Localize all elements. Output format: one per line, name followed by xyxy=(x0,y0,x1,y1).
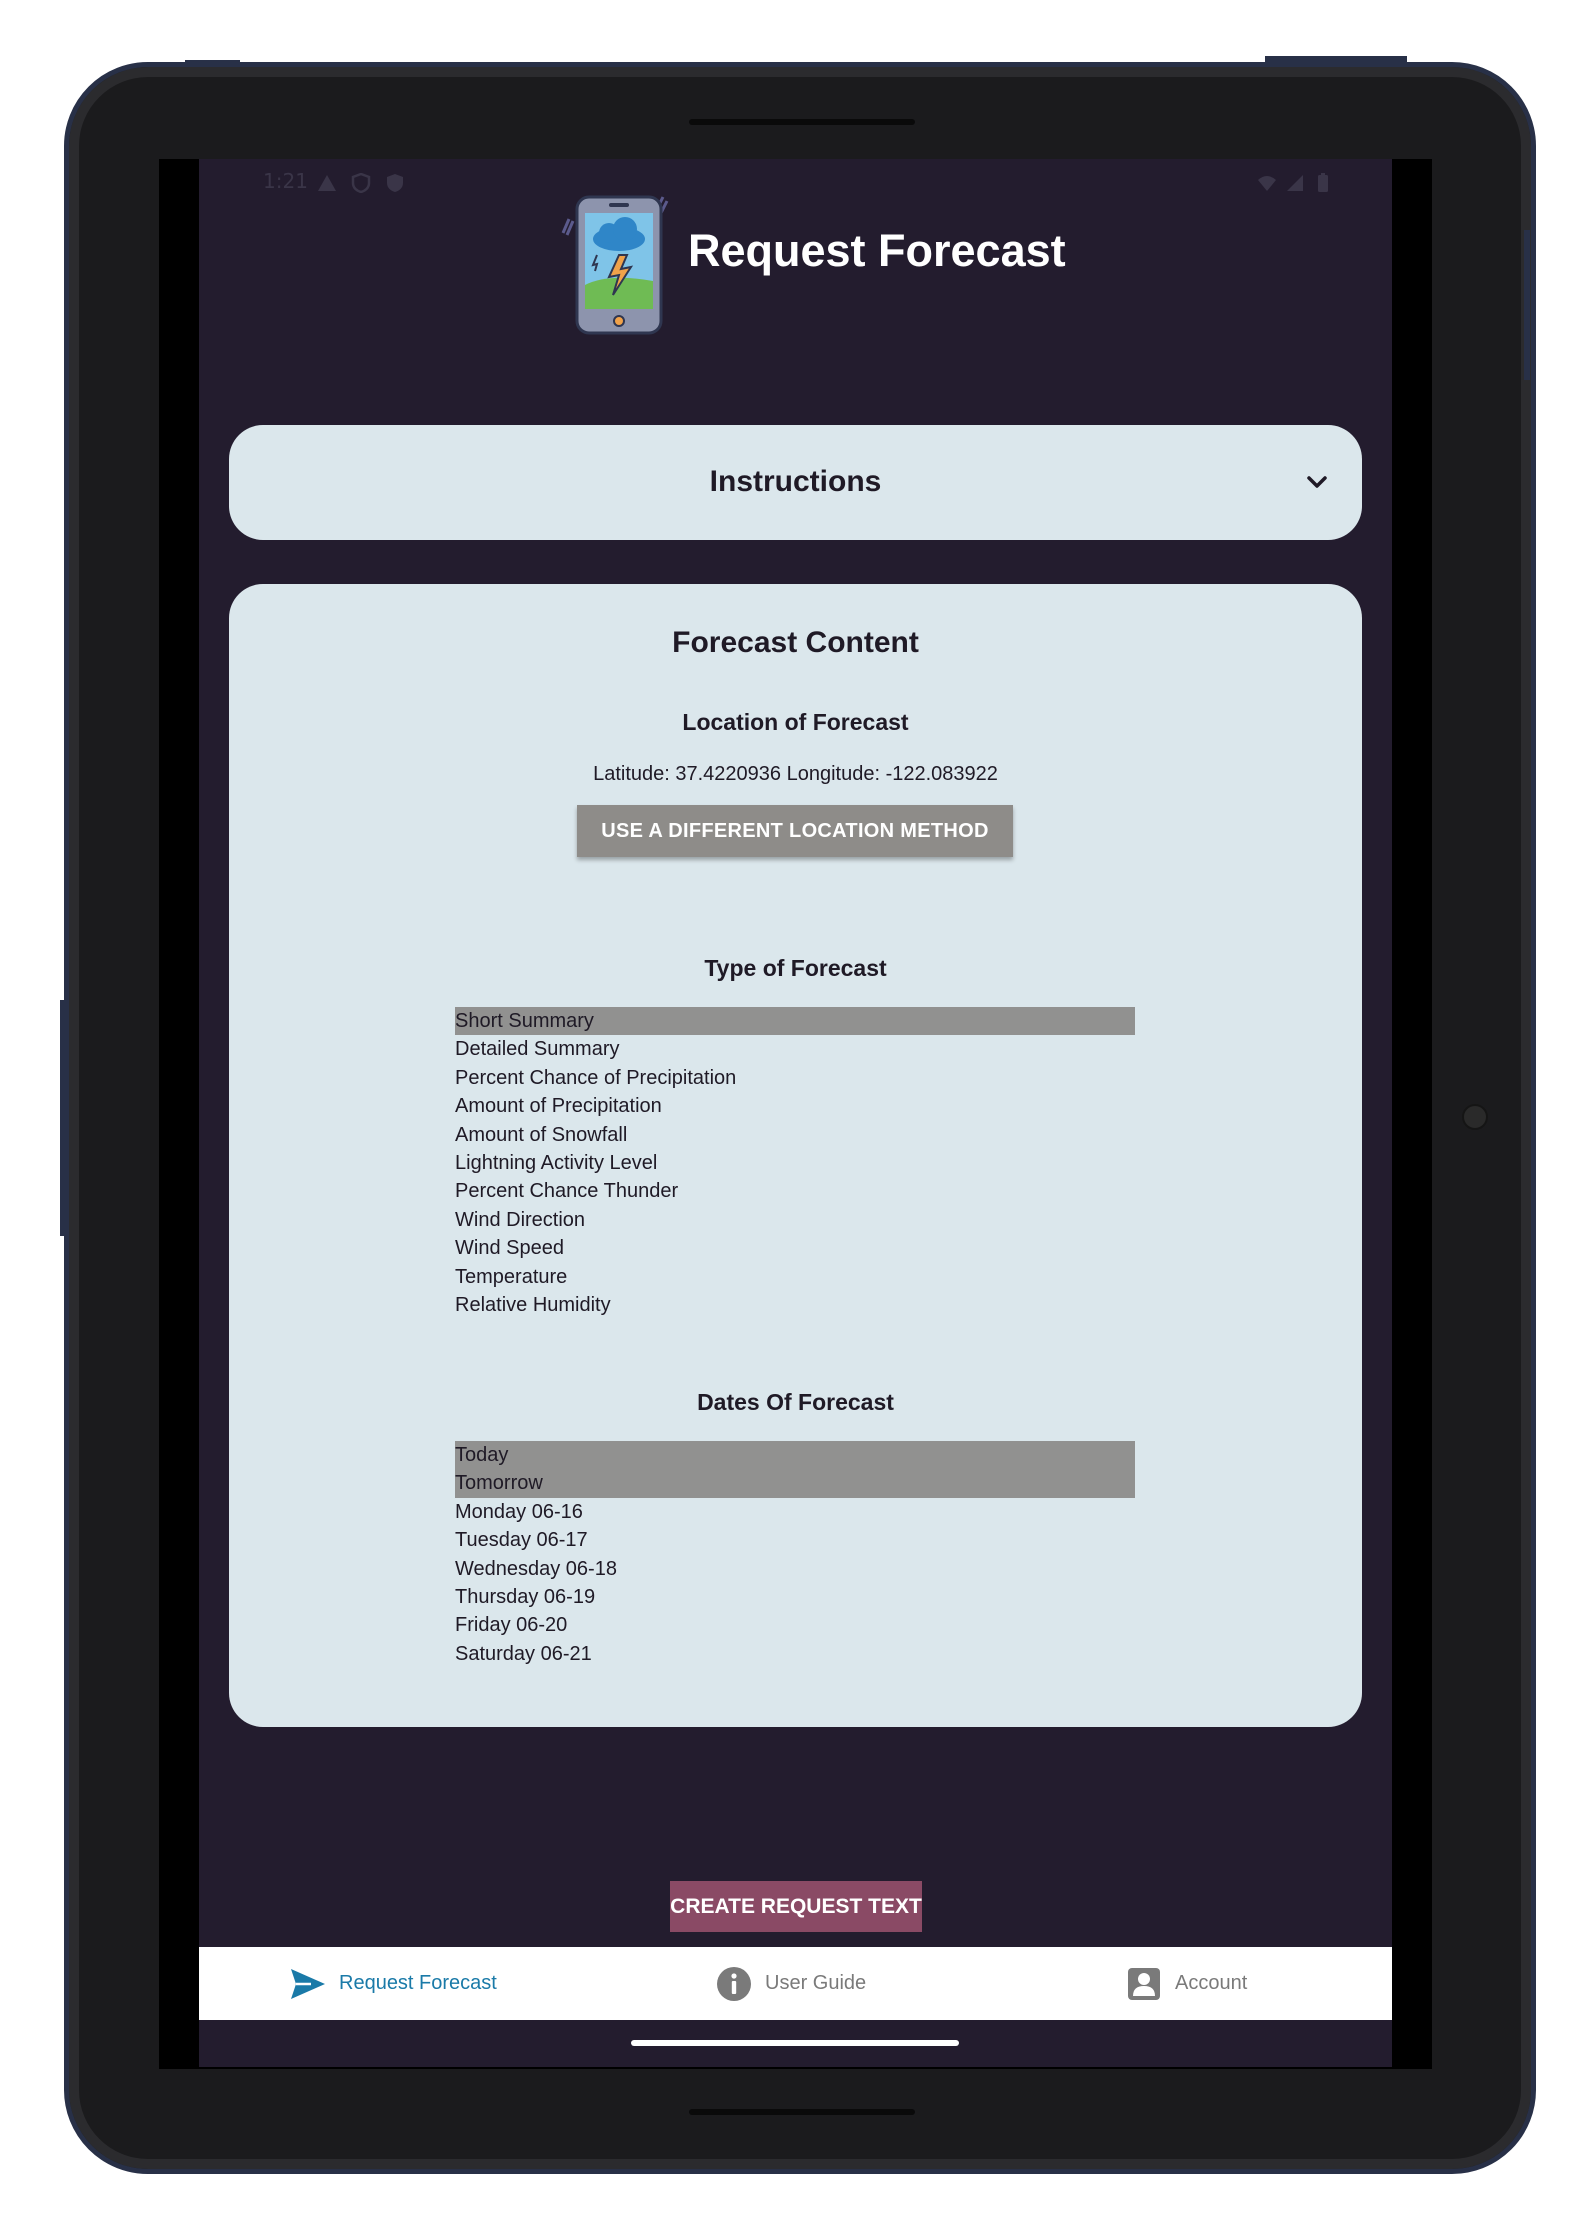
power-button xyxy=(1265,56,1407,62)
gesture-bar[interactable] xyxy=(631,2040,959,2046)
forecast-type-option[interactable]: Amount of Snowfall xyxy=(455,1121,1135,1149)
forecast-type-option[interactable]: Wind Direction xyxy=(455,1206,1135,1234)
instructions-title: Instructions xyxy=(709,465,882,498)
account-icon xyxy=(1128,1967,1160,2000)
side-rail xyxy=(60,1000,66,1236)
forecast-date-option[interactable]: Friday 06-20 xyxy=(455,1611,1135,1639)
forecast-date-option[interactable]: Tomorrow xyxy=(455,1469,1135,1498)
app-window: 1:21 Request Forecast Instructions Forec… xyxy=(199,159,1392,2067)
device-screen: 1:21 Request Forecast Instructions Forec… xyxy=(159,159,1432,2069)
camera-icon xyxy=(1462,1104,1488,1130)
volume-button xyxy=(1524,230,1530,380)
forecast-type-option[interactable]: Amount of Precipitation xyxy=(455,1092,1135,1120)
forecast-type-option[interactable]: Wind Speed xyxy=(455,1234,1135,1262)
info-icon xyxy=(717,1966,751,2001)
forecast-date-option[interactable]: Today xyxy=(455,1441,1135,1470)
forecast-date-option[interactable]: Wednesday 06-18 xyxy=(455,1555,1135,1583)
change-location-button[interactable]: USE A DIFFERENT LOCATION METHOD xyxy=(577,805,1013,857)
page-title: Request Forecast xyxy=(688,225,1066,276)
forecast-type-option[interactable]: Percent Chance Thunder xyxy=(455,1177,1135,1205)
nav-label: Account xyxy=(1175,1972,1248,1994)
forecast-content-title: Forecast Content xyxy=(672,626,919,659)
nav-item-account[interactable]: Account xyxy=(1125,1947,1247,2020)
forecast-type-option[interactable]: Lightning Activity Level xyxy=(455,1149,1135,1177)
chevron-down-icon[interactable] xyxy=(1304,469,1330,495)
forecast-type-option[interactable]: Relative Humidity xyxy=(455,1291,1135,1319)
weather-phone-icon xyxy=(561,195,669,335)
forecast-dates-heading: Dates Of Forecast xyxy=(697,1389,894,1415)
coordinates-text: Latitude: 37.4220936 Longitude: -122.083… xyxy=(593,763,998,785)
create-request-button[interactable]: CREATE REQUEST TEXT xyxy=(670,1881,922,1932)
forecast-date-option[interactable]: Saturday 06-21 xyxy=(455,1640,1135,1668)
bottom-navigation: Request Forecast User Guide Account xyxy=(199,1947,1392,2020)
nav-item-request-forecast[interactable]: Request Forecast xyxy=(289,1947,497,2020)
forecast-type-option[interactable]: Percent Chance of Precipitation xyxy=(455,1064,1135,1092)
forecast-type-heading: Type of Forecast xyxy=(704,955,887,981)
top-speaker xyxy=(689,119,915,125)
forecast-type-list: Short Summary Detailed Summary Percent C… xyxy=(455,1007,1135,1319)
instructions-accordion[interactable]: Instructions xyxy=(229,425,1362,540)
forecast-date-option[interactable]: Thursday 06-19 xyxy=(455,1583,1135,1611)
location-heading: Location of Forecast xyxy=(682,709,909,735)
forecast-type-option[interactable]: Temperature xyxy=(455,1263,1135,1291)
send-icon xyxy=(291,1968,325,1999)
top-button xyxy=(185,60,240,65)
forecast-type-option[interactable]: Detailed Summary xyxy=(455,1035,1135,1063)
bottom-speaker xyxy=(689,2109,915,2115)
nav-label: User Guide xyxy=(765,1972,867,1994)
forecast-date-option[interactable]: Tuesday 06-17 xyxy=(455,1526,1135,1554)
forecast-type-option[interactable]: Short Summary xyxy=(455,1007,1135,1036)
nav-label: Request Forecast xyxy=(339,1972,497,1994)
forecast-content-card: Forecast Content Location of Forecast La… xyxy=(229,584,1362,1727)
forecast-dates-list: Today Tomorrow Monday 06-16 Tuesday 06-1… xyxy=(455,1441,1135,1668)
forecast-date-option[interactable]: Monday 06-16 xyxy=(455,1498,1135,1526)
nav-item-user-guide[interactable]: User Guide xyxy=(715,1947,866,2020)
app-header: Request Forecast xyxy=(199,181,1392,335)
